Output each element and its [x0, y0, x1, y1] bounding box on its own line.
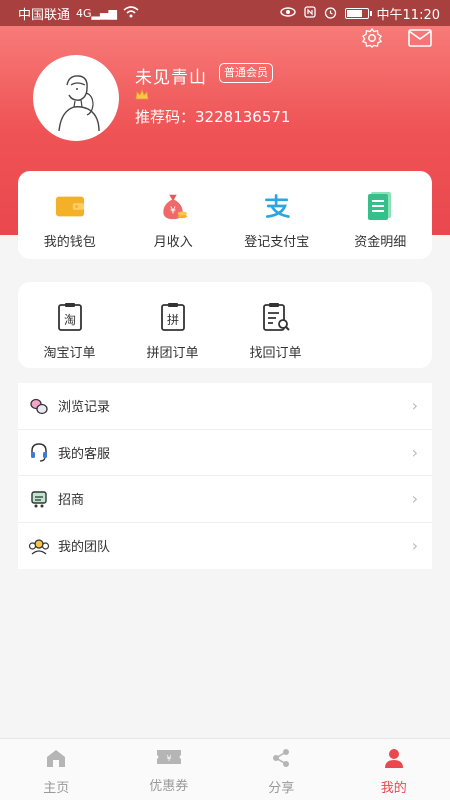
nfc-icon [303, 6, 316, 20]
bottom-tab-bar: 主页 ¥ 优惠券 分享 我的 [0, 738, 450, 800]
battery-icon [344, 7, 372, 19]
fund-details-button[interactable]: 资金明细 [329, 171, 433, 259]
find-order-button[interactable]: 找回订单 [224, 282, 327, 368]
member-level-badge: 普通会员 [219, 63, 273, 83]
referral-label: 推荐码： [135, 108, 196, 126]
share-icon [271, 748, 291, 772]
menu-item-merchant[interactable]: 招商 › [18, 476, 432, 523]
avatar-sketch-icon [58, 75, 100, 132]
menu-item-customer-service[interactable]: 我的客服 › [18, 430, 432, 476]
orders-card: 淘 淘宝订单 拼 拼团订单 找回订单 [18, 282, 432, 368]
team-icon [28, 535, 50, 557]
clock: 中午11:20 [376, 7, 440, 23]
chevron-right-icon: › [411, 536, 418, 556]
coupon-icon: ¥ [156, 748, 182, 770]
tab-coupons[interactable]: ¥ 优惠券 [113, 739, 226, 800]
tab-label: 主页 [43, 781, 70, 796]
menu-list: 浏览记录 › 我的客服 › 招商 › 我的团队 › [18, 383, 432, 569]
menu-label: 我的客服 [58, 446, 111, 462]
merchant-icon [28, 488, 50, 510]
taobao-order-label: 淘宝订单 [43, 346, 96, 361]
signal-icon: 4G▂▄▆ [76, 6, 117, 20]
tab-mine[interactable]: 我的 [338, 739, 450, 800]
taobao-order-icon: 淘 [55, 302, 85, 332]
menu-label: 招商 [58, 493, 85, 509]
menu-label: 我的团队 [58, 540, 111, 556]
list-doc-icon [365, 191, 395, 221]
svg-text:淘: 淘 [63, 313, 75, 327]
profile-icon [384, 748, 404, 772]
settings-gear-icon[interactable] [360, 26, 384, 50]
group-order-label: 拼团订单 [146, 346, 199, 361]
chevron-right-icon: › [411, 489, 418, 509]
chevron-right-icon: › [411, 396, 418, 416]
wifi-icon [123, 6, 139, 20]
wallet-icon [55, 191, 85, 221]
eye-icon [279, 7, 296, 19]
status-bar: 中国联通 4G▂▄▆ 中午11:20 [0, 0, 450, 26]
svg-text:拼: 拼 [166, 313, 178, 327]
taobao-order-button[interactable]: 淘 淘宝订单 [18, 282, 121, 368]
referral-code: 推荐码：3228136571 [135, 106, 290, 127]
register-alipay-button[interactable]: 登记支付宝 [225, 171, 329, 259]
find-order-icon [261, 302, 291, 332]
group-order-icon: 拼 [158, 302, 188, 332]
message-envelope-icon[interactable] [408, 26, 432, 50]
crown-icon [135, 86, 149, 105]
tab-home[interactable]: 主页 [0, 739, 113, 800]
footprint-icon [28, 395, 50, 417]
group-order-button[interactable]: 拼 拼团订单 [121, 282, 224, 368]
alipay-icon [262, 191, 292, 221]
quick-actions-card: 我的钱包 ¥ 月收入 登记支付宝 资金明细 [18, 171, 432, 259]
fund-details-label: 资金明细 [354, 235, 407, 250]
alarm-icon [324, 6, 337, 21]
carrier-label: 中国联通 [18, 7, 71, 23]
register-alipay-label: 登记支付宝 [244, 235, 310, 250]
avatar[interactable] [33, 55, 119, 141]
svg-text:¥: ¥ [170, 206, 176, 217]
money-bag-icon: ¥ [158, 191, 188, 221]
wallet-label: 我的钱包 [43, 235, 96, 250]
chevron-right-icon: › [411, 442, 418, 462]
home-icon [45, 748, 67, 772]
username: 未见青山 [135, 68, 207, 88]
svg-text:¥: ¥ [166, 754, 171, 763]
headset-icon [28, 441, 50, 463]
header-actions [360, 26, 432, 50]
referral-value: 3228136571 [195, 108, 291, 126]
menu-item-my-team[interactable]: 我的团队 › [18, 523, 432, 570]
monthly-income-label: 月收入 [153, 235, 193, 250]
wallet-button[interactable]: 我的钱包 [18, 171, 122, 259]
tab-label: 优惠券 [149, 779, 189, 794]
monthly-income-button[interactable]: ¥ 月收入 [122, 171, 226, 259]
tab-label: 分享 [268, 781, 295, 796]
menu-item-browse-history[interactable]: 浏览记录 › [18, 383, 432, 430]
tab-label: 我的 [380, 781, 407, 796]
tab-share[interactable]: 分享 [225, 739, 338, 800]
find-order-label: 找回订单 [249, 346, 302, 361]
menu-label: 浏览记录 [58, 400, 111, 416]
